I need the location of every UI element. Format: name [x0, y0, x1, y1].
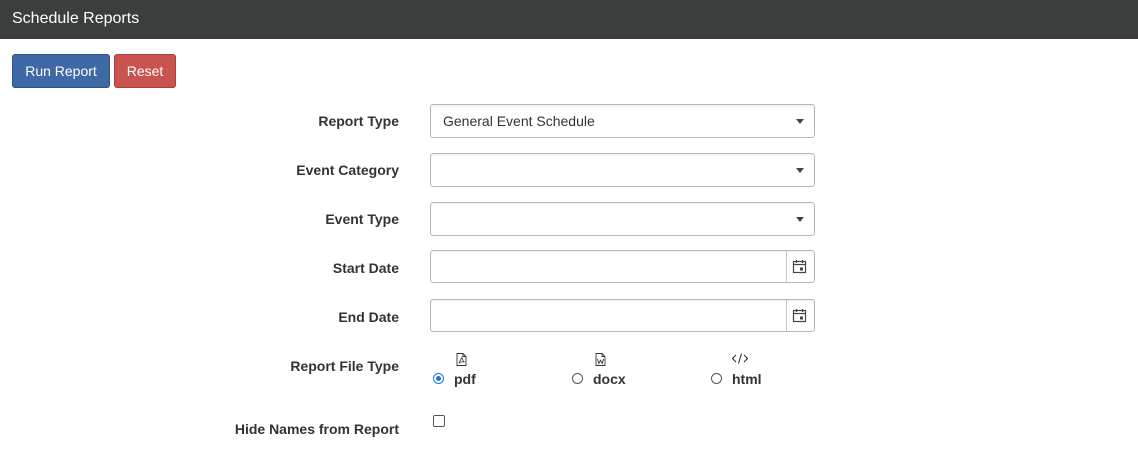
chevron-down-icon	[796, 168, 804, 173]
code-icon	[731, 352, 749, 368]
html-radio-label: html	[732, 371, 762, 387]
pdf-radio[interactable]	[433, 373, 444, 384]
end-date-input[interactable]	[431, 300, 787, 331]
docx-radio[interactable]	[572, 373, 583, 384]
report-type-label: Report Type	[318, 113, 399, 129]
event-type-label: Event Type	[325, 211, 399, 227]
hide-names-label: Hide Names from Report	[234, 421, 399, 437]
hide-names-checkbox[interactable]	[433, 415, 445, 427]
end-date-label: End Date	[338, 309, 399, 325]
pdf-radio-label: pdf	[454, 371, 476, 387]
html-radio[interactable]	[711, 373, 722, 384]
end-date-picker	[430, 299, 815, 332]
report-file-type-label: Report File Type	[290, 358, 399, 374]
run-report-button[interactable]: Run Report	[12, 54, 110, 88]
page-title: Schedule Reports	[0, 0, 1138, 39]
event-category-label: Event Category	[296, 162, 399, 178]
report-type-select[interactable]: General Event Schedule	[430, 104, 815, 138]
chevron-down-icon	[796, 119, 804, 124]
chevron-down-icon	[796, 217, 804, 222]
event-type-select[interactable]	[430, 202, 815, 236]
event-category-select[interactable]	[430, 153, 815, 187]
start-date-picker	[430, 250, 815, 283]
calendar-icon[interactable]	[785, 300, 814, 331]
docx-radio-label: docx	[593, 371, 626, 387]
calendar-icon[interactable]	[785, 251, 814, 282]
pdf-file-icon	[456, 353, 467, 369]
reset-button[interactable]: Reset	[114, 54, 176, 88]
report-type-value: General Event Schedule	[443, 113, 595, 129]
start-date-input[interactable]	[431, 251, 787, 282]
start-date-label: Start Date	[332, 260, 399, 276]
word-file-icon	[595, 353, 606, 369]
